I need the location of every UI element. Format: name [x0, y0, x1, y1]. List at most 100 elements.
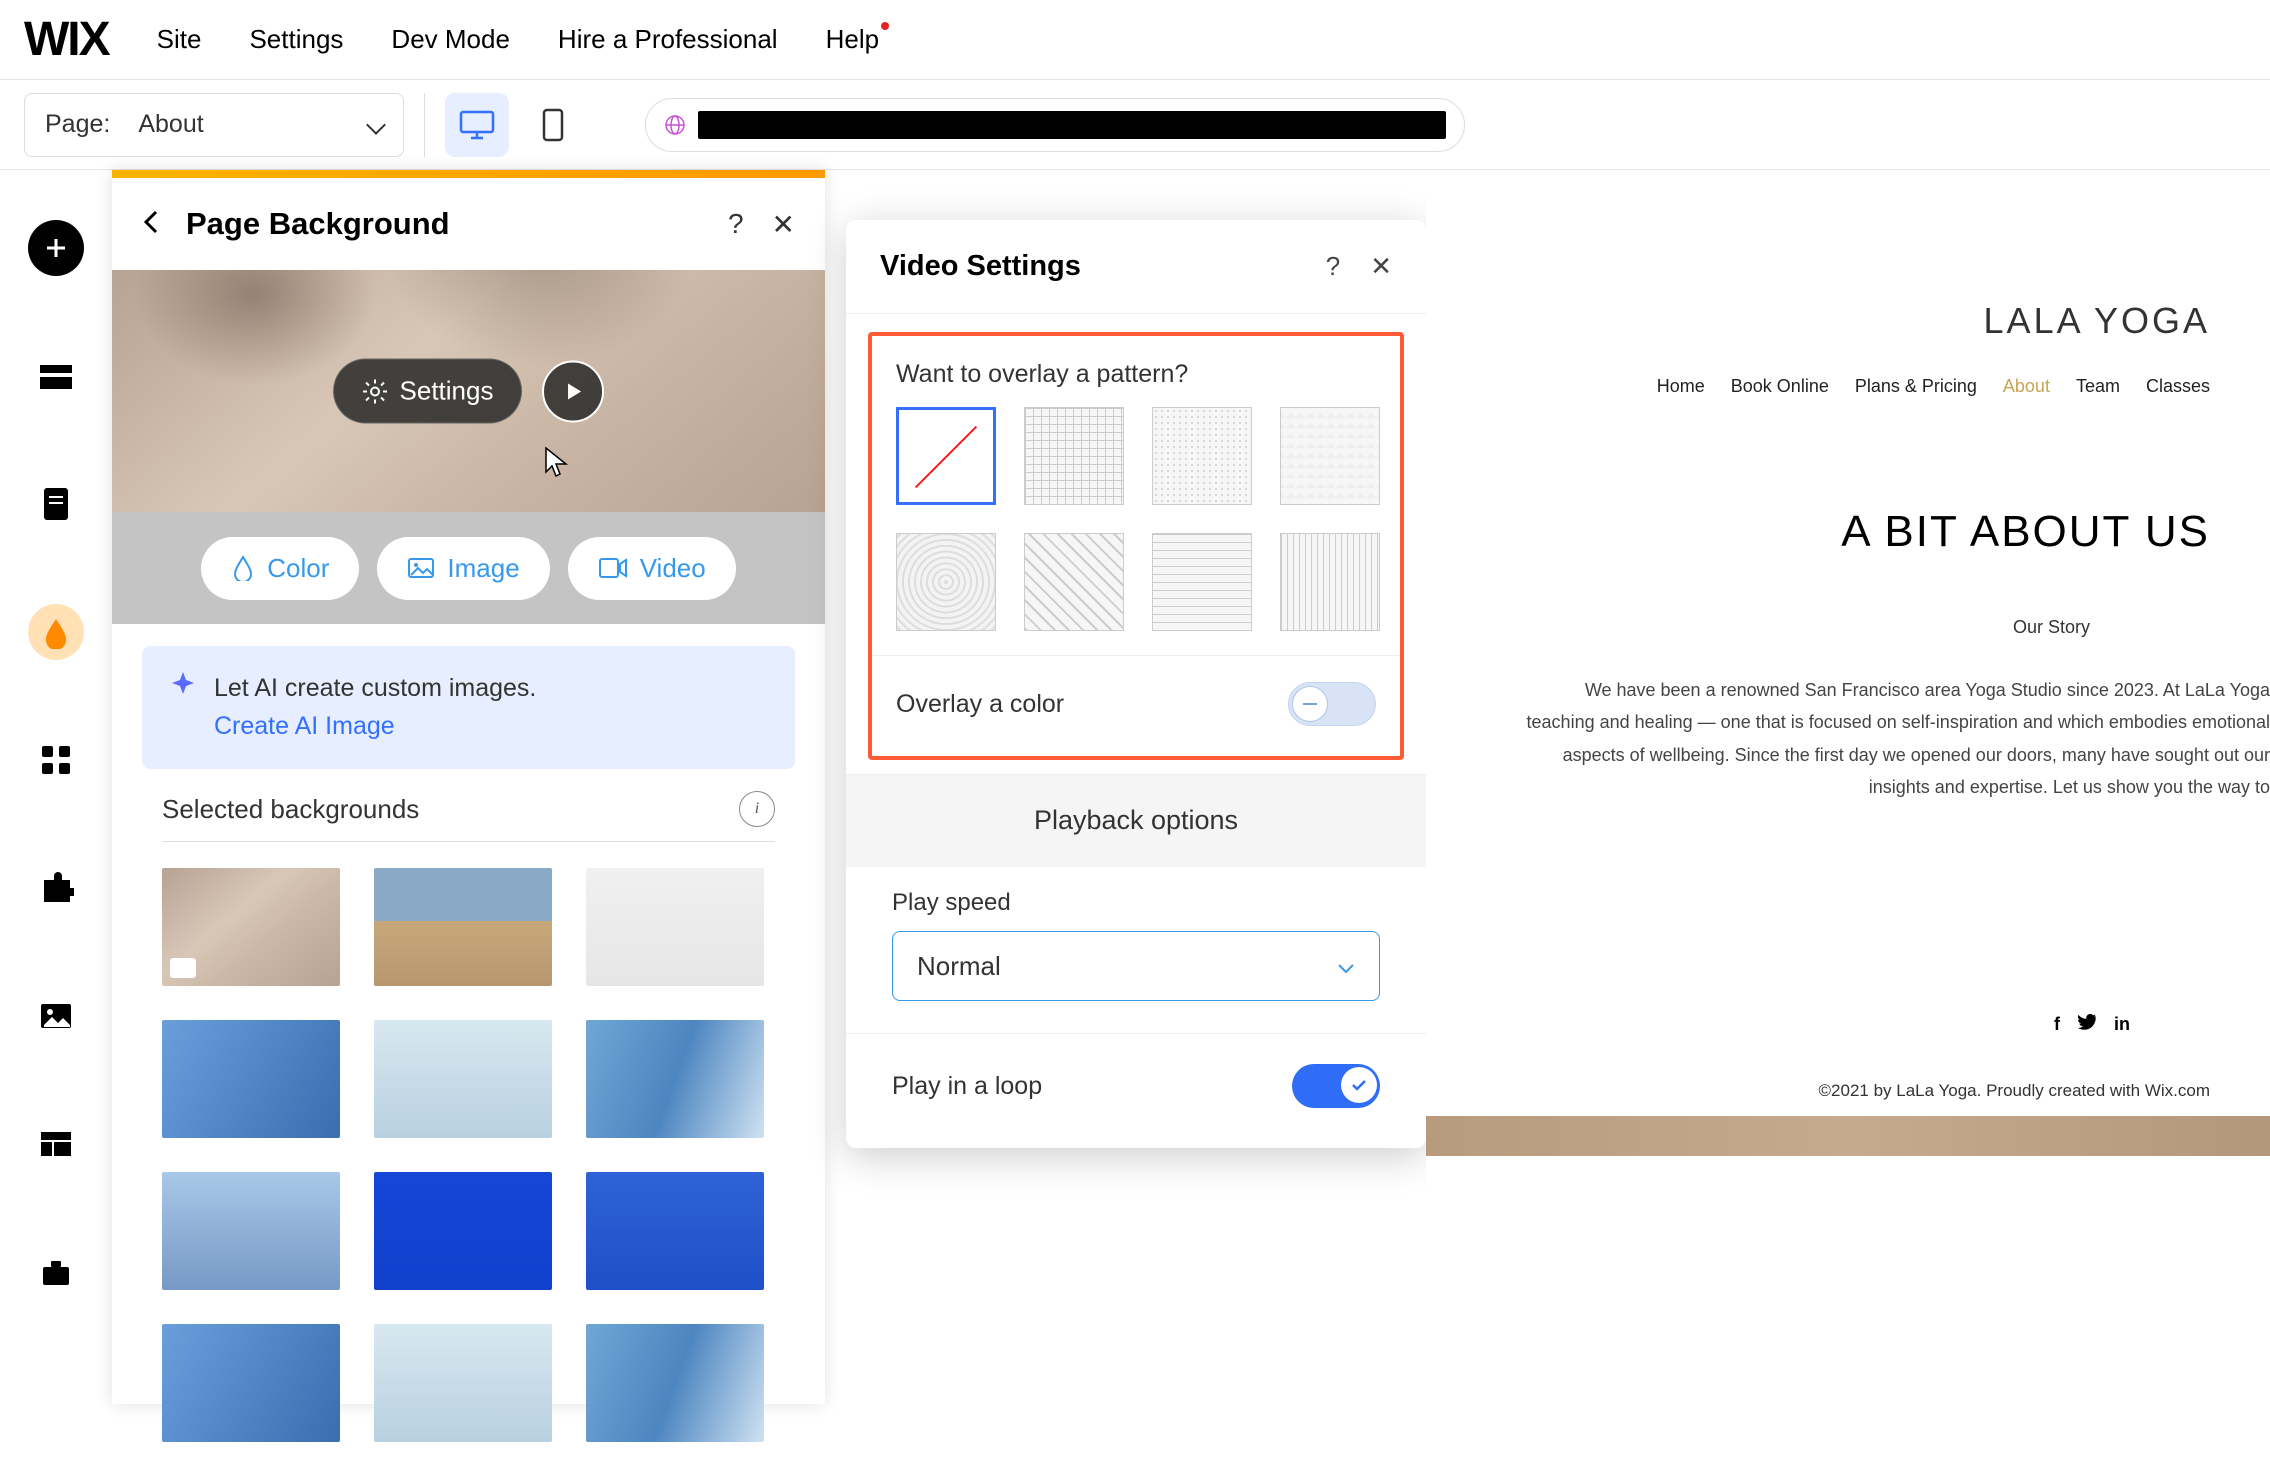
design-button[interactable] — [28, 604, 84, 660]
help-button[interactable]: ? — [728, 208, 744, 240]
tab-video-label: Video — [640, 553, 706, 584]
droplet-icon — [39, 615, 73, 649]
site-footer-strip — [1426, 1116, 2270, 1156]
apps-button[interactable] — [28, 732, 84, 788]
bg-thumb-6[interactable] — [586, 1020, 764, 1138]
menu-help[interactable]: Help — [826, 24, 879, 55]
pattern-dots[interactable] — [1152, 407, 1252, 505]
pages-button[interactable] — [28, 476, 84, 532]
menu-settings[interactable]: Settings — [249, 24, 343, 55]
pattern-horizontal[interactable] — [1152, 533, 1252, 631]
back-button[interactable] — [142, 208, 162, 241]
nav-classes[interactable]: Classes — [2146, 376, 2210, 397]
toggle-knob — [1292, 686, 1328, 722]
sparkle-icon — [170, 670, 196, 696]
nav-home[interactable]: Home — [1657, 376, 1705, 397]
desktop-icon — [459, 110, 495, 140]
pattern-grid-small[interactable] — [1024, 407, 1124, 505]
media-button[interactable] — [28, 988, 84, 1044]
bg-thumb-3[interactable] — [586, 868, 764, 986]
bg-thumb-9[interactable] — [586, 1172, 764, 1290]
menu-site[interactable]: Site — [157, 24, 202, 55]
url-bar[interactable] — [645, 98, 1465, 152]
play-speed-field: Play speed Normal — [846, 867, 1426, 1023]
tab-image[interactable]: Image — [377, 537, 549, 600]
sections-button[interactable] — [28, 348, 84, 404]
play-speed-select[interactable]: Normal — [892, 931, 1380, 1001]
play-button[interactable] — [542, 360, 604, 422]
business-button[interactable] — [28, 1244, 84, 1300]
pattern-vertical[interactable] — [1280, 533, 1380, 631]
loop-toggle[interactable] — [1292, 1064, 1380, 1108]
page-selector[interactable]: Page: About — [24, 93, 404, 157]
menu-dev-mode[interactable]: Dev Mode — [391, 24, 510, 55]
page-selector-label: Page: — [45, 110, 110, 139]
mobile-view-button[interactable] — [521, 93, 585, 157]
video-icon — [598, 557, 628, 579]
linkedin-icon[interactable]: in — [2114, 1014, 2130, 1035]
check-icon — [1351, 1078, 1367, 1092]
site-body-text: We have been a renowned San Francisco ar… — [1426, 638, 2270, 804]
site-footer: ©2021 by LaLa Yoga. Proudly created with… — [1426, 1035, 2270, 1101]
desktop-view-button[interactable] — [445, 93, 509, 157]
video-settings-help-button[interactable]: ? — [1326, 251, 1340, 282]
background-type-tabs: Color Image Video — [112, 512, 825, 624]
overlay-color-row: Overlay a color — [872, 655, 1400, 752]
pattern-diagonal[interactable] — [1024, 533, 1124, 631]
menu-hire-pro[interactable]: Hire a Professional — [558, 24, 778, 55]
tab-image-label: Image — [447, 553, 519, 584]
selected-backgrounds-heading: Selected backgrounds — [162, 794, 419, 825]
gear-icon — [362, 378, 388, 404]
page-selector-value: About — [138, 110, 353, 139]
nav-plans[interactable]: Plans & Pricing — [1855, 376, 1977, 397]
panel-accent-bar — [112, 170, 825, 178]
tab-color[interactable]: Color — [201, 537, 359, 600]
bg-thumb-7[interactable] — [162, 1172, 340, 1290]
create-ai-image-link[interactable]: Create AI Image — [214, 708, 536, 746]
overlay-color-toggle[interactable] — [1288, 682, 1376, 726]
close-button[interactable]: ✕ — [772, 208, 795, 241]
top-menu: Site Settings Dev Mode Hire a Profession… — [157, 24, 879, 55]
device-switcher — [424, 93, 585, 157]
nav-book[interactable]: Book Online — [1731, 376, 1829, 397]
pattern-checker[interactable] — [1280, 407, 1380, 505]
bg-thumb-1[interactable] — [162, 868, 340, 986]
nav-about[interactable]: About — [2003, 376, 2050, 397]
video-settings-close-button[interactable]: ✕ — [1370, 251, 1392, 282]
grid-icon — [39, 743, 73, 777]
tab-video[interactable]: Video — [568, 537, 736, 600]
video-settings-title: Video Settings — [880, 250, 1296, 283]
chevron-down-icon — [366, 115, 386, 135]
facebook-icon[interactable]: f — [2054, 1014, 2060, 1035]
site-heading: A BIT ABOUT US — [1426, 397, 2270, 557]
second-bar: Page: About — [0, 80, 2270, 170]
add-button[interactable] — [28, 220, 84, 276]
bg-thumb-12[interactable] — [586, 1324, 764, 1442]
settings-button-label: Settings — [400, 376, 494, 407]
twitter-icon[interactable] — [2078, 1014, 2096, 1035]
pattern-noise[interactable] — [896, 533, 996, 631]
layout-icon — [38, 1129, 74, 1159]
ai-banner-text: Let AI create custom images. — [214, 670, 536, 708]
loop-row: Play in a loop — [846, 1033, 1426, 1148]
bg-thumb-11[interactable] — [374, 1324, 552, 1442]
bg-thumb-2[interactable] — [374, 868, 552, 986]
nav-team[interactable]: Team — [2076, 376, 2120, 397]
loop-label: Play in a loop — [892, 1072, 1042, 1101]
background-thumbnail-grid — [112, 842, 825, 1468]
bg-thumb-8[interactable] — [374, 1172, 552, 1290]
bg-thumb-5[interactable] — [374, 1020, 552, 1138]
overlay-pattern-label: Want to overlay a pattern? — [872, 336, 1400, 407]
image-icon — [407, 557, 435, 579]
addons-button[interactable] — [28, 860, 84, 916]
playback-options-heading: Playback options — [846, 774, 1426, 867]
settings-button[interactable]: Settings — [333, 359, 523, 424]
cursor-icon — [542, 446, 572, 480]
layout-button[interactable] — [28, 1116, 84, 1172]
pattern-none[interactable] — [896, 407, 996, 505]
video-settings-panel: Video Settings ? ✕ Want to overlay a pat… — [846, 220, 1426, 1148]
info-button[interactable]: i — [739, 791, 775, 827]
image-icon — [38, 1001, 74, 1031]
bg-thumb-4[interactable] — [162, 1020, 340, 1138]
bg-thumb-10[interactable] — [162, 1324, 340, 1442]
